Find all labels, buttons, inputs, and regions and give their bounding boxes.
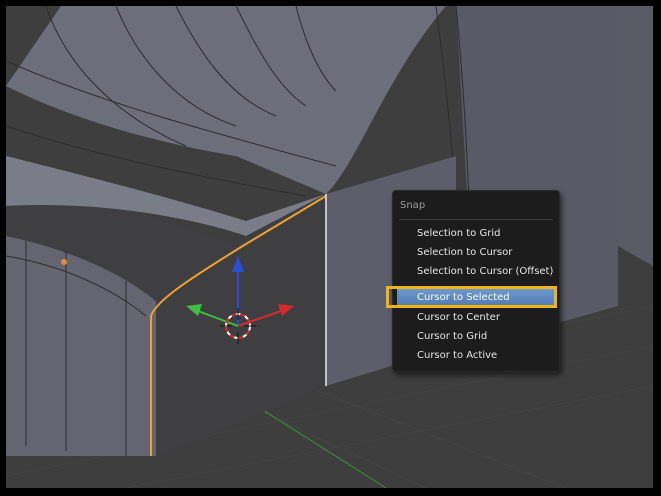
snap-menu: Snap Selection to Grid Selection to Curs… [392,190,560,372]
menu-item-cursor-to-grid[interactable]: Cursor to Grid [397,328,555,346]
menu-item-selection-to-grid[interactable]: Selection to Grid [397,225,555,243]
menu-item-cursor-to-selected[interactable]: Cursor to Selected [397,289,555,307]
menu-item-cursor-to-center[interactable]: Cursor to Center [397,309,555,327]
menu-item-selection-to-cursor-offset[interactable]: Selection to Cursor (Offset) [397,263,555,281]
menu-item-cursor-to-active[interactable]: Cursor to Active [397,347,555,365]
menu-divider [399,219,553,220]
selected-vertex[interactable] [61,259,67,265]
menu-item-selection-to-cursor[interactable]: Selection to Cursor [397,244,555,262]
screenshot-frame: Snap Selection to Grid Selection to Curs… [0,0,661,496]
snap-menu-title: Snap [400,200,426,211]
mesh-far-block [616,6,653,266]
